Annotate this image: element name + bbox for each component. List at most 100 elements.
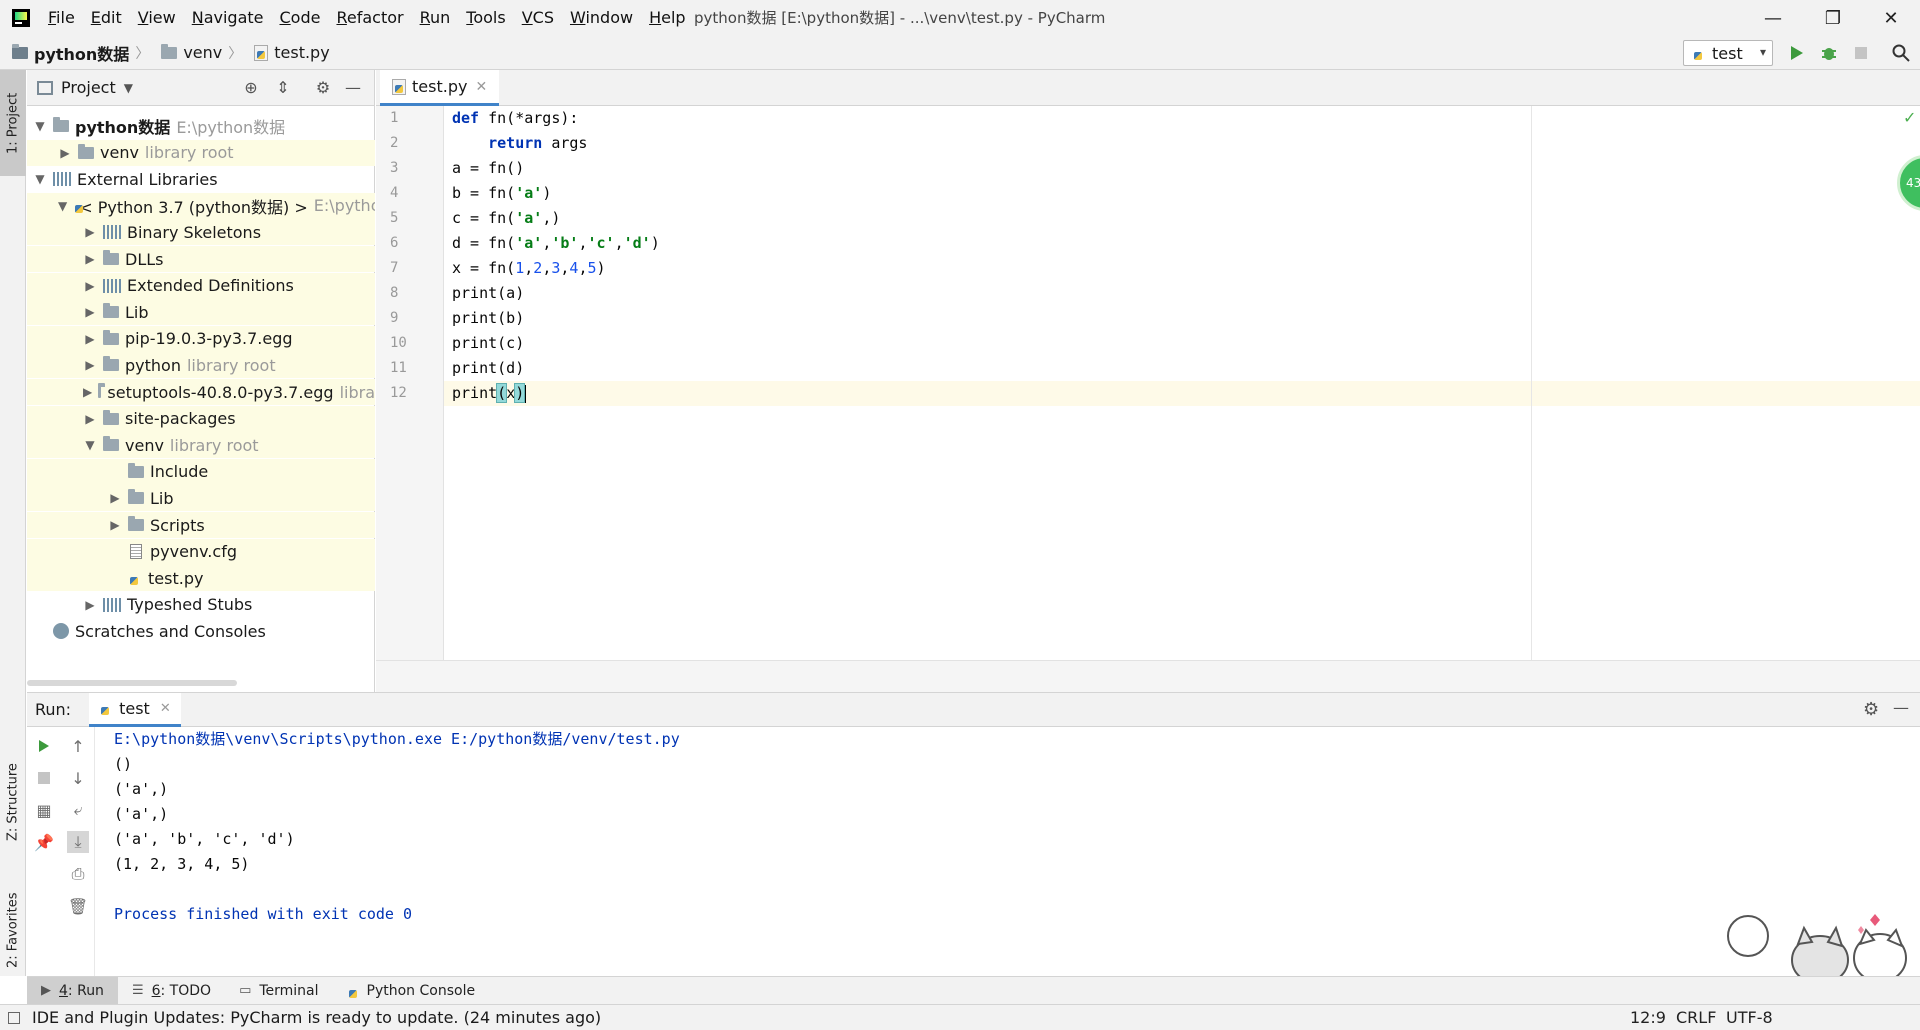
gear-icon[interactable]: ⚙	[1863, 699, 1879, 720]
file-encoding[interactable]: UTF-8	[1726, 1005, 1773, 1030]
code-editor[interactable]	[445, 106, 1920, 660]
tree-item[interactable]: ▶ Typeshed Stubs	[27, 592, 375, 618]
minimize-button[interactable]: —	[1750, 0, 1796, 36]
menu-tools[interactable]: Tools	[458, 0, 513, 36]
tree-item[interactable]: Include	[27, 458, 375, 485]
tree-item[interactable]: ▶ Lib	[27, 485, 375, 512]
chevron-right-icon[interactable]: ▶	[83, 358, 97, 372]
folder-icon	[128, 516, 144, 531]
line-number: 1	[390, 110, 399, 126]
tree-item[interactable]: ▶ Lib	[27, 299, 375, 326]
chevron-down-icon[interactable]: ▼	[33, 119, 47, 133]
inspection-ok-icon[interactable]: ✓	[1903, 108, 1916, 127]
run-configuration-select[interactable]: test ▾	[1683, 40, 1773, 66]
bottom-tab-todo[interactable]: ☰ 6: TODO	[118, 977, 225, 1005]
menu-edit[interactable]: Edit	[83, 0, 130, 36]
tree-item[interactable]: ▶ venv library root	[27, 139, 375, 166]
tree-item[interactable]: ▶ pip-19.0.3-py3.7.egg	[27, 325, 375, 352]
tool-tab-favorites[interactable]: 2: Favorites	[0, 870, 26, 990]
chevron-right-icon[interactable]: ▶	[58, 146, 72, 160]
chevron-down-icon[interactable]: ▼	[33, 172, 47, 186]
tree-item[interactable]: ▼ venv library root	[27, 432, 375, 459]
tool-tab-project[interactable]: 1: Project	[0, 70, 26, 176]
menu-help[interactable]: Help	[641, 0, 693, 36]
stop-icon[interactable]	[33, 767, 55, 789]
locate-icon[interactable]: ⊕	[241, 78, 261, 98]
scroll-to-end-icon[interactable]: ⤓	[67, 831, 89, 853]
chevron-down-icon[interactable]: ▼	[124, 81, 133, 95]
chevron-right-icon[interactable]: ▶	[83, 598, 97, 612]
menu-navigate[interactable]: Navigate	[184, 0, 272, 36]
chevron-right-icon[interactable]: ▶	[83, 252, 97, 266]
run-tab-test[interactable]: test ✕	[89, 692, 181, 727]
search-icon[interactable]	[1890, 42, 1912, 64]
breadcrumb-venv[interactable]: venv 〉	[149, 43, 242, 63]
up-arrow-icon[interactable]: ↑	[67, 735, 89, 757]
menu-window[interactable]: Window	[562, 0, 641, 36]
chevron-right-icon[interactable]: ▶	[83, 225, 97, 239]
line-separator[interactable]: CRLF	[1676, 1005, 1716, 1030]
tree-item[interactable]: ▼ python数据 E:\python数据	[27, 113, 375, 139]
editor-tab-bar: test.py ✕	[376, 70, 1920, 106]
run-toolbar-primary: ▦ 📌	[27, 727, 61, 977]
hide-icon[interactable]: —	[1893, 698, 1909, 717]
menu-vcs[interactable]: VCS	[514, 0, 562, 36]
gear-icon[interactable]: ⚙	[313, 78, 333, 98]
trash-icon[interactable]: 🗑	[67, 895, 89, 917]
status-message[interactable]: IDE and Plugin Updates: PyCharm is ready…	[8, 1008, 601, 1027]
tree-item[interactable]: ▶ setuptools-40.8.0-py3.7.egg libra	[27, 379, 375, 405]
rerun-icon[interactable]	[33, 735, 55, 757]
project-view-select[interactable]: Project	[61, 78, 116, 97]
menu-code[interactable]: Code	[272, 0, 329, 36]
pin-icon[interactable]: 📌	[33, 831, 55, 853]
chevron-down-icon[interactable]: ▼	[83, 438, 97, 452]
menu-refactor[interactable]: Refactor	[328, 0, 411, 36]
chevron-right-icon[interactable]: ▶	[83, 385, 92, 399]
tree-item[interactable]: ▶ Extended Definitions	[27, 272, 375, 299]
tree-item[interactable]: ▼ < Python 3.7 (python数据) > E:\pytho	[27, 192, 375, 219]
tree-item[interactable]: ▼ External Libraries	[27, 166, 375, 192]
chevron-right-icon[interactable]: ▶	[108, 518, 122, 532]
menu-file[interactable]: File	[40, 0, 83, 36]
cursor-position[interactable]: 12:9	[1630, 1005, 1666, 1030]
bottom-tab-python-console[interactable]: Python Console	[333, 977, 490, 1005]
down-arrow-icon[interactable]: ↓	[67, 767, 89, 789]
menu-view[interactable]: View	[130, 0, 184, 36]
tree-item[interactable]: ▶ Binary Skeletons	[27, 219, 375, 246]
hide-icon[interactable]: —	[343, 78, 363, 98]
tree-item[interactable]: test.py	[27, 565, 375, 592]
chevron-down-icon[interactable]: ▼	[58, 199, 67, 213]
menu-run[interactable]: Run	[412, 0, 459, 36]
bottom-tab-run[interactable]: ▶ 4: Run	[27, 976, 118, 1005]
close-icon[interactable]: ✕	[475, 79, 487, 95]
line-number-gutter: 1 2 3 4 5 6 7 8 9 10 11 12	[376, 106, 444, 660]
chevron-right-icon[interactable]: ▶	[83, 412, 97, 426]
collapse-all-icon[interactable]: ⇕	[273, 78, 293, 98]
debug-icon[interactable]	[1818, 42, 1840, 64]
code-line-9: print(b)	[452, 309, 525, 327]
chevron-right-icon[interactable]: ▶	[108, 491, 122, 505]
chevron-right-icon[interactable]: ▶	[83, 332, 97, 346]
close-icon[interactable]: ✕	[160, 701, 171, 716]
layout-icon[interactable]: ▦	[33, 799, 55, 821]
soft-wrap-icon[interactable]: ⤶	[67, 799, 89, 821]
stop-icon[interactable]	[1850, 42, 1872, 64]
tab-test-py[interactable]: test.py ✕	[380, 70, 500, 106]
close-button[interactable]: ✕	[1868, 0, 1914, 36]
tool-tab-structure[interactable]: Z: Structure	[0, 742, 26, 862]
chevron-right-icon[interactable]: ▶	[83, 305, 97, 319]
run-icon[interactable]	[1786, 42, 1808, 64]
tree-item[interactable]: Scratches and Consoles	[27, 618, 375, 644]
bottom-tab-terminal[interactable]: ▭ Terminal	[225, 977, 332, 1005]
chevron-right-icon[interactable]: ▶	[83, 279, 97, 293]
print-icon[interactable]: ⎙	[67, 863, 89, 885]
tree-item[interactable]: pyvenv.cfg	[27, 538, 375, 565]
restore-button[interactable]: ❐	[1810, 0, 1856, 36]
breadcrumb-file[interactable]: test.py	[242, 43, 330, 62]
tree-item[interactable]: ▶ Scripts	[27, 512, 375, 538]
tree-item[interactable]: ▶ DLLs	[27, 246, 375, 272]
tree-item[interactable]: ▶ python library root	[27, 352, 375, 379]
breadcrumb-project[interactable]: python数据〉	[0, 41, 149, 65]
horizontal-scrollbar[interactable]	[27, 680, 237, 686]
tree-item[interactable]: ▶ site-packages	[27, 405, 375, 432]
